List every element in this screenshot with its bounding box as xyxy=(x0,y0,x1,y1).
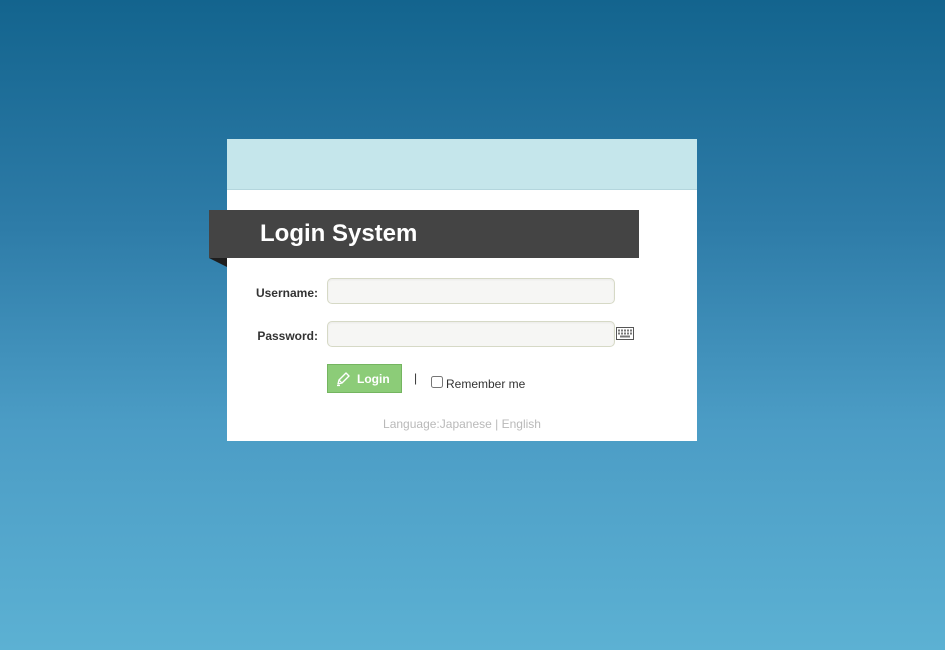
remember-me[interactable]: Remember me xyxy=(431,373,525,391)
language-prefix: Language: xyxy=(383,417,440,431)
language-selector: Language:Japanese | English xyxy=(227,417,697,431)
title-ribbon: Login System xyxy=(209,210,639,258)
login-button-label: Login xyxy=(357,371,390,386)
pencil-icon xyxy=(337,371,350,386)
password-label: Password: xyxy=(257,329,318,343)
language-divider: | xyxy=(491,417,502,431)
keyboard-icon[interactable] xyxy=(616,327,634,340)
remember-me-label: Remember me xyxy=(446,377,526,391)
separator: | xyxy=(414,371,418,385)
username-input[interactable] xyxy=(327,278,615,304)
password-input[interactable] xyxy=(327,321,615,347)
ribbon-fold xyxy=(209,258,227,267)
username-label: Username: xyxy=(255,286,318,300)
language-option-japanese[interactable]: Japanese xyxy=(440,417,492,431)
language-option-english[interactable]: English xyxy=(502,417,541,431)
remember-me-checkbox[interactable] xyxy=(431,376,443,388)
login-panel: Login System Username: Password: Login |… xyxy=(209,139,697,441)
panel-header xyxy=(227,139,697,190)
login-button[interactable]: Login xyxy=(327,364,402,393)
page-title: Login System xyxy=(260,220,418,247)
